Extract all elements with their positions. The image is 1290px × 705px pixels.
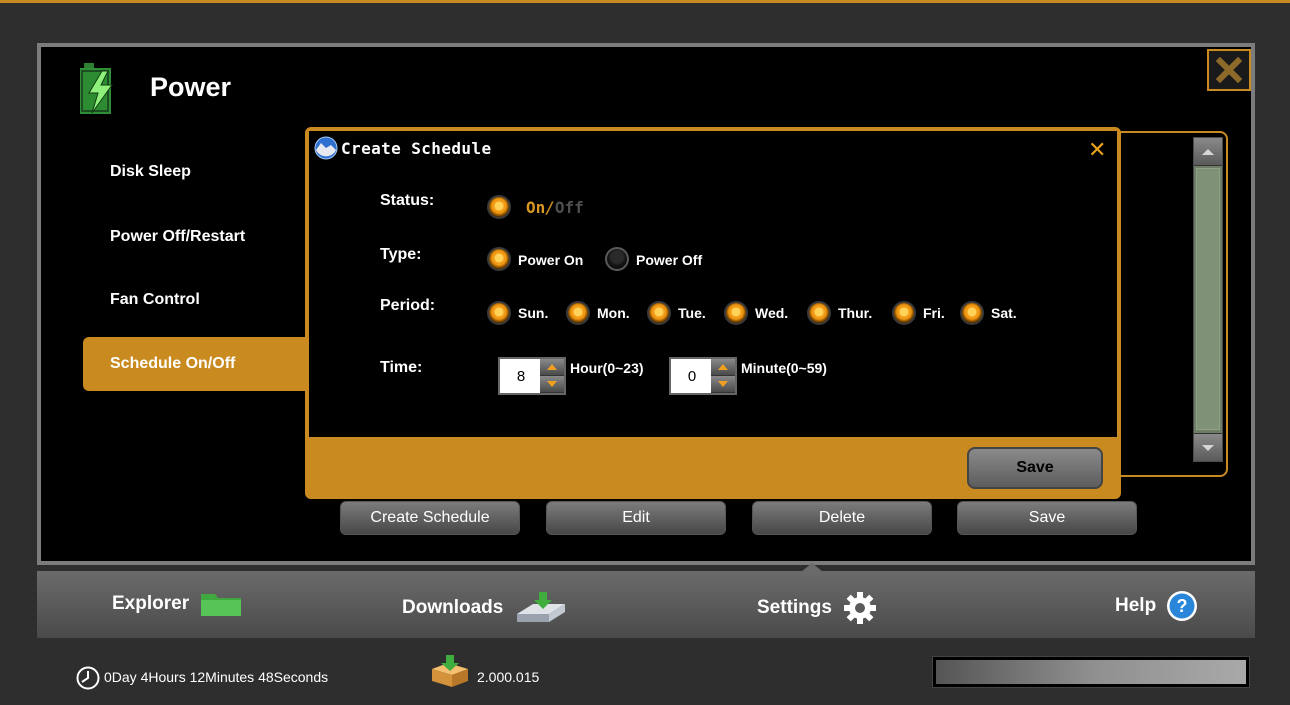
download-drive-icon [517,592,566,622]
nav-downloads-label: Downloads [402,597,504,618]
delete-button[interactable]: Delete [752,501,932,535]
power-app-icon [80,63,113,114]
svg-text:?: ? [1177,596,1188,616]
gear-icon [843,592,876,624]
period-sun-checkbox[interactable] [487,301,511,325]
status-on-off-text: On/Off [526,198,584,217]
period-sat-label[interactable]: Sat. [991,305,1017,321]
period-tue-checkbox[interactable] [647,301,671,325]
schedule-list-scrollbar[interactable] [1193,137,1223,462]
hour-stepper-buttons [540,359,564,393]
page-title: Power [150,72,232,102]
dialog-save-button[interactable]: Save [967,447,1103,489]
window-close-button[interactable] [1207,49,1251,91]
minute-stepper[interactable]: 0 [669,357,737,395]
scroll-down-button[interactable] [1194,433,1222,461]
hour-stepper[interactable]: 8 [498,357,566,395]
dialog-title: Create Schedule [341,139,492,158]
period-mon-label[interactable]: Mon. [597,305,630,321]
hour-decrement-button[interactable] [540,376,564,393]
period-fri-checkbox[interactable] [892,301,916,325]
nav-item-help[interactable]: Help ? [1115,590,1198,622]
period-fri-label[interactable]: Fri. [923,305,945,321]
status-off-text[interactable]: Off [555,198,584,217]
nav-item-explorer[interactable]: Explorer [112,590,243,618]
status-on-text[interactable]: On [526,198,545,217]
nav-help-label: Help [1115,595,1157,616]
scroll-thumb[interactable] [1196,168,1220,430]
nav-item-settings[interactable]: Settings [757,590,878,626]
status-progress-bar [932,656,1250,688]
hour-unit-label: Hour(0~23) [570,360,644,376]
hour-increment-button[interactable] [540,359,564,376]
hour-value[interactable]: 8 [508,368,534,385]
triangle-down-icon [718,381,728,387]
folder-icon [201,594,242,616]
type-power-on-label[interactable]: Power On [518,252,583,268]
minute-increment-button[interactable] [711,359,735,376]
type-power-on-radio[interactable] [487,247,511,271]
period-sun-label[interactable]: Sun. [518,305,548,321]
status-label: Status: [380,192,435,209]
period-wed-checkbox[interactable] [724,301,748,325]
scroll-up-button[interactable] [1194,138,1222,166]
nav-explorer-label: Explorer [112,593,190,614]
uptime-text: 0Day 4Hours 12Minutes 48Seconds [104,669,329,685]
period-wed-label[interactable]: Wed. [755,305,788,321]
sidebar-item-fan-control[interactable]: Fan Control [83,273,323,327]
period-sat-checkbox[interactable] [960,301,984,325]
triangle-up-icon [547,364,557,370]
sidebar-item-disk-sleep[interactable]: Disk Sleep [83,145,323,199]
save-button[interactable]: Save [957,501,1137,535]
period-label: Period: [380,297,436,314]
close-icon: ✕ [1088,137,1107,162]
close-icon [1216,57,1242,83]
type-label: Type: [380,246,422,263]
edit-button[interactable]: Edit [546,501,726,535]
schedule-globe-icon [314,136,338,160]
status-separator: / [545,198,555,217]
firmware-box-icon [432,655,468,687]
triangle-up-icon [718,364,728,370]
minute-value[interactable]: 0 [679,368,705,385]
clock-icon [76,666,100,690]
type-power-off-radio[interactable] [605,247,629,271]
type-power-off-label[interactable]: Power Off [636,252,702,268]
minute-unit-label: Minute(0~59) [741,360,827,376]
period-tue-label[interactable]: Tue. [678,305,706,321]
triangle-down-icon [547,381,557,387]
create-schedule-button[interactable]: Create Schedule [340,501,520,535]
chevron-down-icon [1202,445,1214,451]
nav-settings-label: Settings [757,597,832,618]
top-accent-rule [0,0,1290,3]
firmware-version-text: 2.000.015 [477,669,540,685]
nav-item-downloads[interactable]: Downloads [402,590,569,626]
time-label: Time: [380,359,423,376]
chevron-up-icon [1202,149,1214,155]
sidebar-item-schedule-on-off[interactable]: Schedule On/Off [83,337,323,391]
period-mon-checkbox[interactable] [566,301,590,325]
period-thur-label[interactable]: Thur. [838,305,872,321]
minute-decrement-button[interactable] [711,376,735,393]
sidebar-item-power-off-restart[interactable]: Power Off/Restart [83,210,323,264]
dialog-close-button[interactable]: ✕ [1088,137,1106,163]
status-progress-fill [936,660,1246,684]
minute-stepper-buttons [711,359,735,393]
period-thur-checkbox[interactable] [807,301,831,325]
help-icon: ? [1167,591,1198,621]
status-toggle-radio[interactable] [487,195,511,219]
